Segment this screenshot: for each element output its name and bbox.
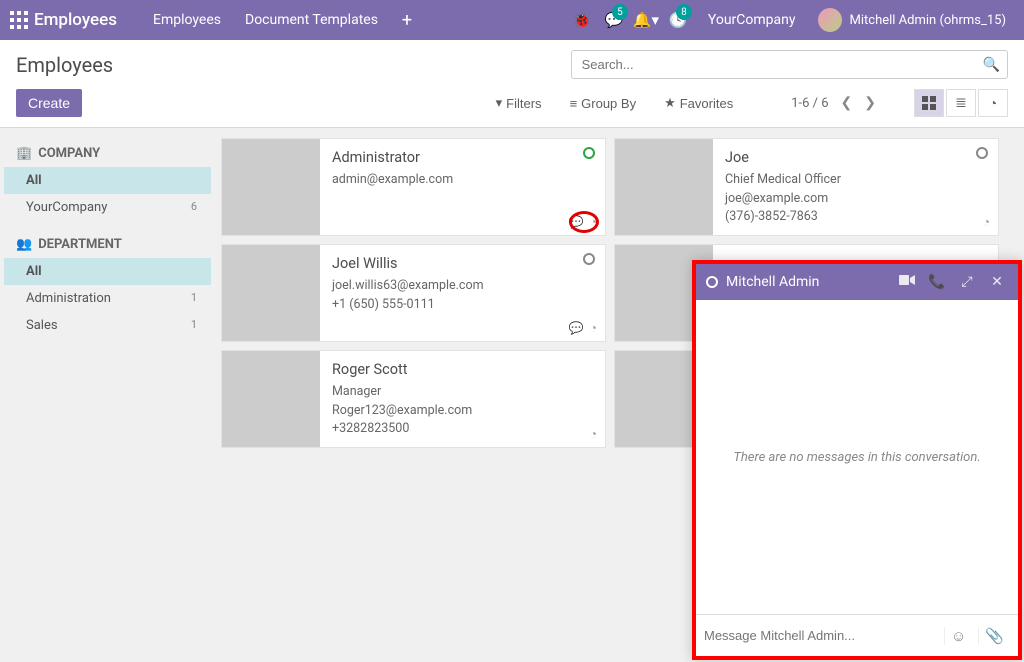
emoji-icon[interactable]: ☺ bbox=[944, 627, 972, 645]
filter-icon: ▾ bbox=[496, 95, 503, 111]
groupby-button[interactable]: ≡Group By bbox=[560, 91, 647, 116]
nav-employees[interactable]: Employees bbox=[141, 12, 233, 28]
employee-name: Joe bbox=[725, 147, 986, 169]
employee-card[interactable]: Roger Scott Manager Roger123@example.com… bbox=[221, 350, 606, 448]
sidebar-dept-sales[interactable]: Sales 1 bbox=[4, 312, 211, 339]
view-list[interactable]: ≣ bbox=[946, 89, 976, 117]
user-name: Mitchell Admin (ohrms_15) bbox=[850, 13, 1007, 28]
employee-email: admin@example.com bbox=[332, 171, 593, 190]
user-avatar bbox=[818, 8, 842, 32]
pager-value: 1-6 / 6 bbox=[791, 96, 828, 111]
employee-email: joel.willis63@example.com bbox=[332, 277, 593, 296]
employee-card[interactable]: Joe Chief Medical Officer joe@example.co… bbox=[614, 138, 999, 236]
employee-title: Manager bbox=[332, 383, 593, 402]
sidebar-department-all[interactable]: All bbox=[4, 258, 211, 285]
chat-title: Mitchell Admin bbox=[726, 274, 888, 290]
employee-title: Chief Medical Officer bbox=[725, 171, 986, 190]
chat-composer: ☺ 📎 bbox=[696, 614, 1018, 656]
presence-indicator bbox=[583, 253, 595, 265]
chat-body: There are no messages in this conversati… bbox=[696, 300, 1018, 614]
close-icon[interactable]: ✕ bbox=[986, 274, 1008, 290]
nav-plus-button[interactable]: + bbox=[390, 10, 424, 31]
sidebar: 🏢 COMPANY All YourCompany 6 👥 DEPARTMENT… bbox=[0, 128, 215, 658]
employee-phone: +3282823500 bbox=[332, 420, 593, 439]
filters-button[interactable]: ▾Filters bbox=[486, 90, 552, 116]
sidebar-company-item[interactable]: YourCompany 6 bbox=[4, 194, 211, 221]
activity-icon[interactable]: ◔ bbox=[590, 427, 597, 441]
nav-document-templates[interactable]: Document Templates bbox=[233, 12, 390, 28]
activity-icon[interactable]: ◔ bbox=[983, 215, 990, 229]
control-panel: Employees 🔍 Create ▾Filters ≡Group By ★F… bbox=[0, 40, 1024, 128]
chat-header: Mitchell Admin 📞 ⤢ ✕ bbox=[696, 264, 1018, 300]
employee-card[interactable]: Joel Willis joel.willis63@example.com +1… bbox=[221, 244, 606, 342]
page-title: Employees bbox=[16, 53, 113, 77]
view-kanban[interactable] bbox=[914, 89, 944, 117]
employee-photo bbox=[222, 351, 320, 447]
employee-phone: (376)-3852-7863 bbox=[725, 208, 986, 227]
employee-phone: +1 (650) 555-0111 bbox=[332, 296, 593, 315]
presence-indicator bbox=[976, 147, 988, 159]
employee-email: joe@example.com bbox=[725, 190, 986, 209]
create-button[interactable]: Create bbox=[16, 89, 82, 117]
employee-name: Joel Willis bbox=[332, 253, 593, 275]
employee-photo bbox=[615, 139, 713, 235]
company-selector[interactable]: YourCompany bbox=[694, 12, 810, 28]
building-icon: 🏢 bbox=[16, 146, 32, 161]
attachment-icon[interactable]: 📎 bbox=[978, 627, 1010, 645]
chat-icon[interactable]: 💬 bbox=[569, 321, 584, 335]
employee-photo bbox=[222, 245, 320, 341]
sidebar-company-header: 🏢 COMPANY bbox=[4, 140, 211, 167]
presence-indicator bbox=[583, 147, 595, 159]
pager: 1-6 / 6 ❮ ❯ bbox=[781, 95, 886, 111]
search-icon[interactable]: 🔍 bbox=[983, 57, 1000, 73]
debug-icon[interactable]: 🐞 bbox=[566, 0, 598, 40]
search-box: 🔍 bbox=[571, 50, 1008, 79]
pager-next[interactable]: ❯ bbox=[864, 95, 876, 111]
messaging-badge: 5 bbox=[612, 4, 628, 20]
brand[interactable]: Employees bbox=[10, 10, 117, 30]
notifications-icon[interactable]: 🔔▾ bbox=[630, 0, 662, 40]
expand-icon[interactable]: ⤢ bbox=[956, 274, 978, 290]
view-activity[interactable]: ◔ bbox=[978, 89, 1008, 117]
brand-label: Employees bbox=[34, 10, 117, 30]
chat-window: Mitchell Admin 📞 ⤢ ✕ There are no messag… bbox=[692, 260, 1022, 660]
search-input[interactable] bbox=[571, 50, 1008, 79]
employee-name: Administrator bbox=[332, 147, 593, 169]
activity-icon[interactable]: ◔ bbox=[590, 321, 597, 335]
employee-photo bbox=[222, 139, 320, 235]
activity-badge: 8 bbox=[676, 4, 692, 20]
messaging-icon[interactable]: 💬5 bbox=[598, 0, 630, 40]
users-icon: 👥 bbox=[16, 237, 32, 252]
apps-icon bbox=[10, 11, 28, 29]
top-navbar: Employees Employees Document Templates +… bbox=[0, 0, 1024, 40]
employee-name: Roger Scott bbox=[332, 359, 593, 381]
sidebar-dept-administration[interactable]: Administration 1 bbox=[4, 285, 211, 312]
user-menu[interactable]: Mitchell Admin (ohrms_15) bbox=[810, 8, 1015, 32]
list-icon: ≡ bbox=[570, 96, 578, 111]
employee-card[interactable]: Administrator admin@example.com 💬 ◔ bbox=[221, 138, 606, 236]
favorites-button[interactable]: ★Favorites bbox=[654, 90, 743, 116]
chat-input[interactable] bbox=[704, 628, 938, 643]
star-icon: ★ bbox=[664, 95, 676, 111]
chat-presence-icon bbox=[706, 276, 718, 288]
phone-call-icon[interactable]: 📞 bbox=[926, 274, 948, 290]
activity-icon[interactable]: 🕓8 bbox=[662, 0, 694, 40]
video-call-icon[interactable] bbox=[896, 274, 918, 290]
pager-prev[interactable]: ❮ bbox=[841, 95, 853, 111]
activity-icon[interactable]: ◔ bbox=[590, 215, 597, 229]
sidebar-department-header: 👥 DEPARTMENT bbox=[4, 231, 211, 258]
employee-email: Roger123@example.com bbox=[332, 402, 593, 421]
chat-empty-text: There are no messages in this conversati… bbox=[733, 450, 980, 465]
chat-icon[interactable]: 💬 bbox=[569, 215, 584, 229]
sidebar-company-all[interactable]: All bbox=[4, 167, 211, 194]
